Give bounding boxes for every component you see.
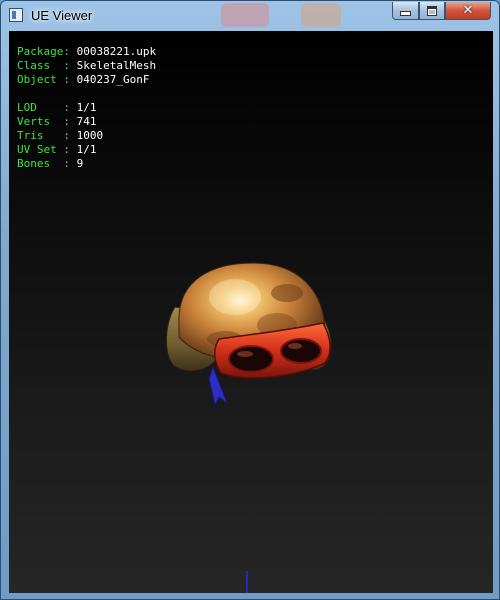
3d-viewport[interactable]: Package: 00038221.upk Class : SkeletalMe… xyxy=(9,31,493,593)
window-title: UE Viewer xyxy=(31,8,93,23)
info-sep: : xyxy=(63,73,77,86)
info-value: 040237_GonF xyxy=(76,73,150,86)
info-label: Bones xyxy=(17,157,64,170)
info-value: 9 xyxy=(76,157,84,170)
app-icon[interactable] xyxy=(9,8,23,22)
info-value: 1/1 xyxy=(76,101,97,114)
mesh-info-overlay: Package: 00038221.upk Class : SkeletalMe… xyxy=(17,45,156,171)
info-row-object: Object : 040237_GonF xyxy=(17,73,156,87)
close-icon: ✕ xyxy=(462,3,474,18)
info-value: 1000 xyxy=(76,129,104,142)
info-label: UV Set xyxy=(17,143,64,156)
title-bar[interactable]: UE Viewer ✕ xyxy=(1,1,499,31)
info-label: Tris xyxy=(17,129,64,142)
info-row-lod: LOD : 1/1 xyxy=(17,101,156,115)
info-sep: : xyxy=(63,129,77,142)
close-button[interactable]: ✕ xyxy=(445,2,491,20)
info-sep: : xyxy=(63,115,77,128)
info-label: Class xyxy=(17,59,64,72)
info-row-class: Class : SkeletalMesh xyxy=(17,59,156,73)
info-label: LOD xyxy=(17,101,64,114)
info-sep: : xyxy=(63,157,77,170)
info-label: Verts xyxy=(17,115,64,128)
axis-indicator xyxy=(246,571,248,593)
minimize-button[interactable] xyxy=(392,2,419,20)
info-sep: : xyxy=(63,101,77,114)
info-row-verts: Verts : 741 xyxy=(17,115,156,129)
info-sep: : xyxy=(63,143,77,156)
maximize-button[interactable] xyxy=(419,2,445,20)
info-sep: : xyxy=(63,45,77,58)
info-row-uvset: UV Set : 1/1 xyxy=(17,143,156,157)
info-row-tris: Tris : 1000 xyxy=(17,129,156,143)
skeletal-mesh-helmet[interactable]: 蛇 xyxy=(155,227,345,407)
info-value: SkeletalMesh xyxy=(76,59,157,72)
app-window: UE Viewer ✕ Package: 00038221.upk Class … xyxy=(0,0,500,600)
minimize-icon xyxy=(400,11,411,16)
info-label: Package xyxy=(17,45,64,58)
info-label: Object xyxy=(17,73,64,86)
info-row-bones: Bones : 9 xyxy=(17,157,156,171)
info-value: 00038221.upk xyxy=(76,45,157,58)
info-sep: : xyxy=(63,59,77,72)
maximize-icon xyxy=(427,5,437,16)
info-value: 741 xyxy=(76,115,97,128)
info-value: 1/1 xyxy=(76,143,97,156)
info-row-package: Package: 00038221.upk xyxy=(17,45,156,59)
